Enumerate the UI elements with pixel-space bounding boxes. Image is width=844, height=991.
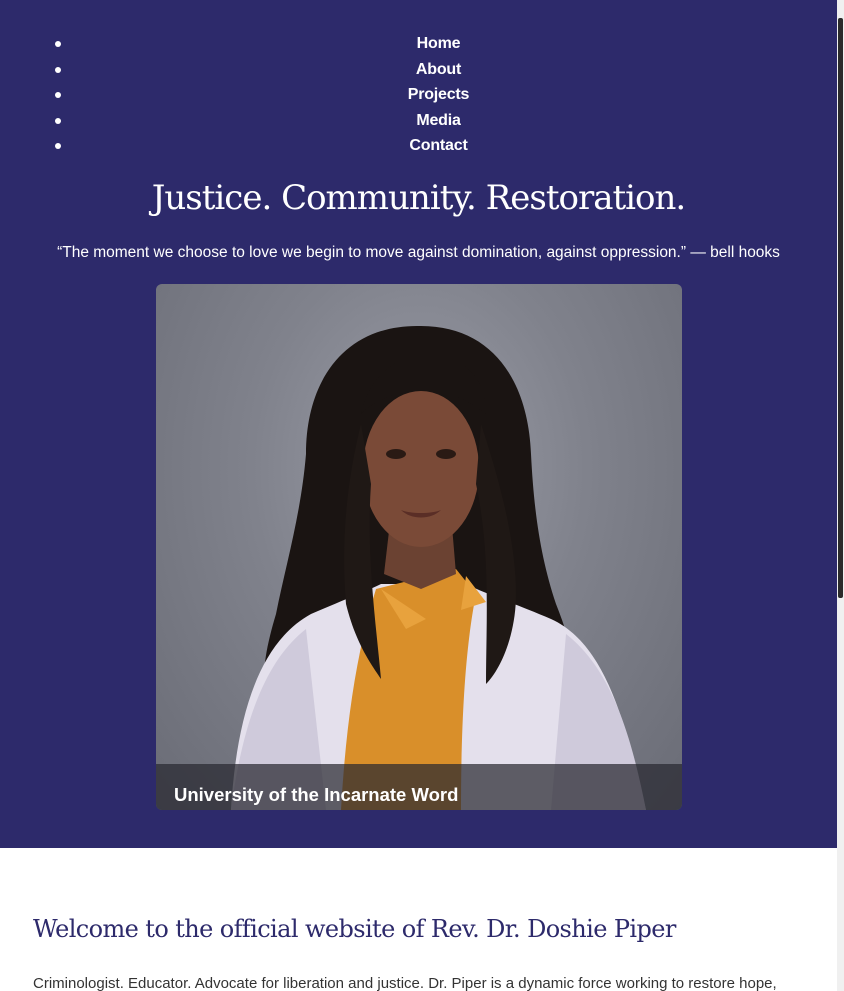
hero-quote: “The moment we choose to love we begin t… [57,244,780,261]
hero-headline: Justice. Community. Restoration. [151,178,686,218]
nav-link-about[interactable]: About [376,57,461,83]
hero-section: Home About Projects Media Contact Justic… [0,0,837,848]
nav-item-projects: Projects [0,82,837,108]
bullet-icon [55,41,61,47]
nav-item-media: Media [0,108,837,134]
bullet-icon [55,66,61,73]
photo-caption: University of the Incarnate Word [174,784,459,805]
nav-item-home: Home [0,31,837,57]
scrollbar-thumb[interactable] [838,18,843,598]
nav-link-home[interactable]: Home [377,31,461,57]
nav-item-about: About [0,57,837,83]
page: Home About Projects Media Contact Justic… [0,0,844,991]
main-nav: Home About Projects Media Contact [0,31,837,159]
portrait-illustration [231,325,646,810]
bullet-icon [55,92,61,98]
bullet-icon [55,143,61,149]
bullet-icon [55,117,61,124]
welcome-heading: Welcome to the official website of Rev. … [33,915,676,943]
nav-link-contact[interactable]: Contact [369,133,467,159]
nav-link-media[interactable]: Media [376,108,461,134]
intro-paragraph: Criminologist. Educator. Advocate for li… [33,975,777,991]
photo-caption-bar: University of the Incarnate Word [156,764,682,810]
nav-link-projects[interactable]: Projects [368,82,470,108]
vertical-scrollbar[interactable] [837,0,844,991]
portrait-photo: University of the Incarnate Word [156,284,682,810]
nav-item-contact: Contact [0,133,837,159]
